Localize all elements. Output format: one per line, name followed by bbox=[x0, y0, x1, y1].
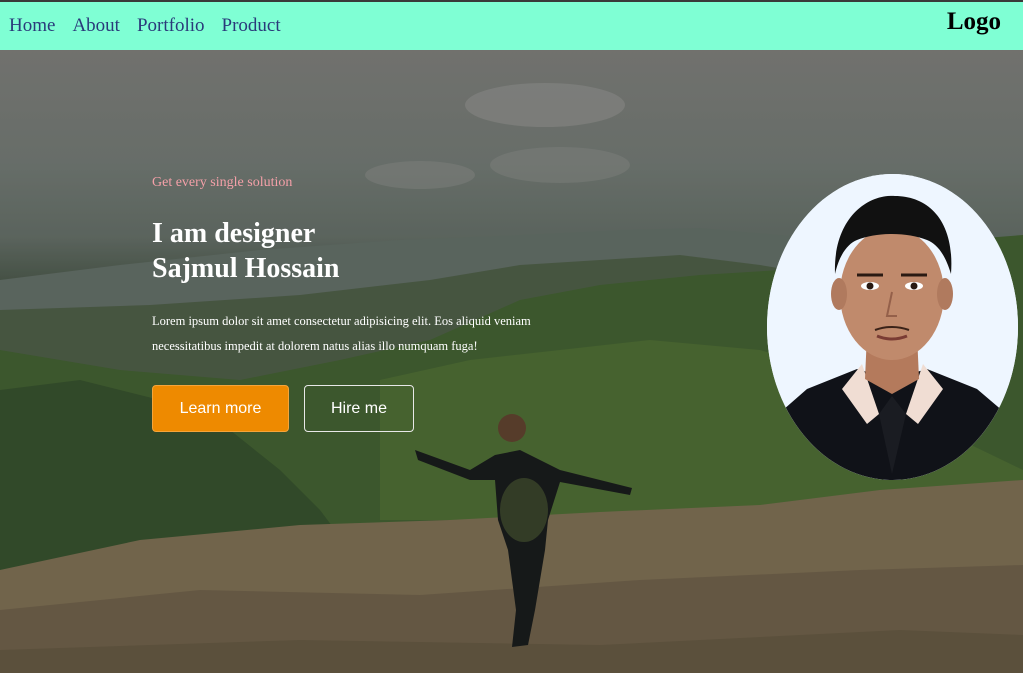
hero-paragraph-line2: necessitatibus impedit at dolorem natus … bbox=[152, 339, 478, 353]
hero-paragraph-line1: Lorem ipsum dolor sit amet consectetur a… bbox=[152, 314, 531, 328]
hero-paragraph: Lorem ipsum dolor sit amet consectetur a… bbox=[152, 309, 552, 359]
hero-section: Get every single solution I am designer … bbox=[0, 50, 1023, 673]
profile-avatar bbox=[767, 174, 1018, 480]
nav-product-link[interactable]: Product bbox=[222, 15, 281, 37]
hire-me-button[interactable]: Hire me bbox=[304, 385, 414, 432]
profile-photo bbox=[767, 174, 1018, 480]
nav-portfolio-link[interactable]: Portfolio bbox=[137, 15, 205, 37]
hero-heading-line1: I am designer bbox=[152, 218, 316, 249]
hero-eyebrow: Get every single solution bbox=[152, 175, 293, 190]
hero-heading: I am designer Sajmul Hossain bbox=[152, 216, 340, 286]
hero-heading-line2: Sajmul Hossain bbox=[152, 253, 340, 284]
site-logo[interactable]: Logo bbox=[947, 8, 1001, 36]
nav-about-link[interactable]: About bbox=[72, 15, 120, 37]
learn-more-button[interactable]: Learn more bbox=[152, 385, 289, 432]
main-nav: Home About Portfolio Product bbox=[9, 15, 298, 37]
nav-home-link[interactable]: Home bbox=[9, 15, 55, 37]
top-navbar: Home About Portfolio Product Logo bbox=[0, 0, 1023, 50]
